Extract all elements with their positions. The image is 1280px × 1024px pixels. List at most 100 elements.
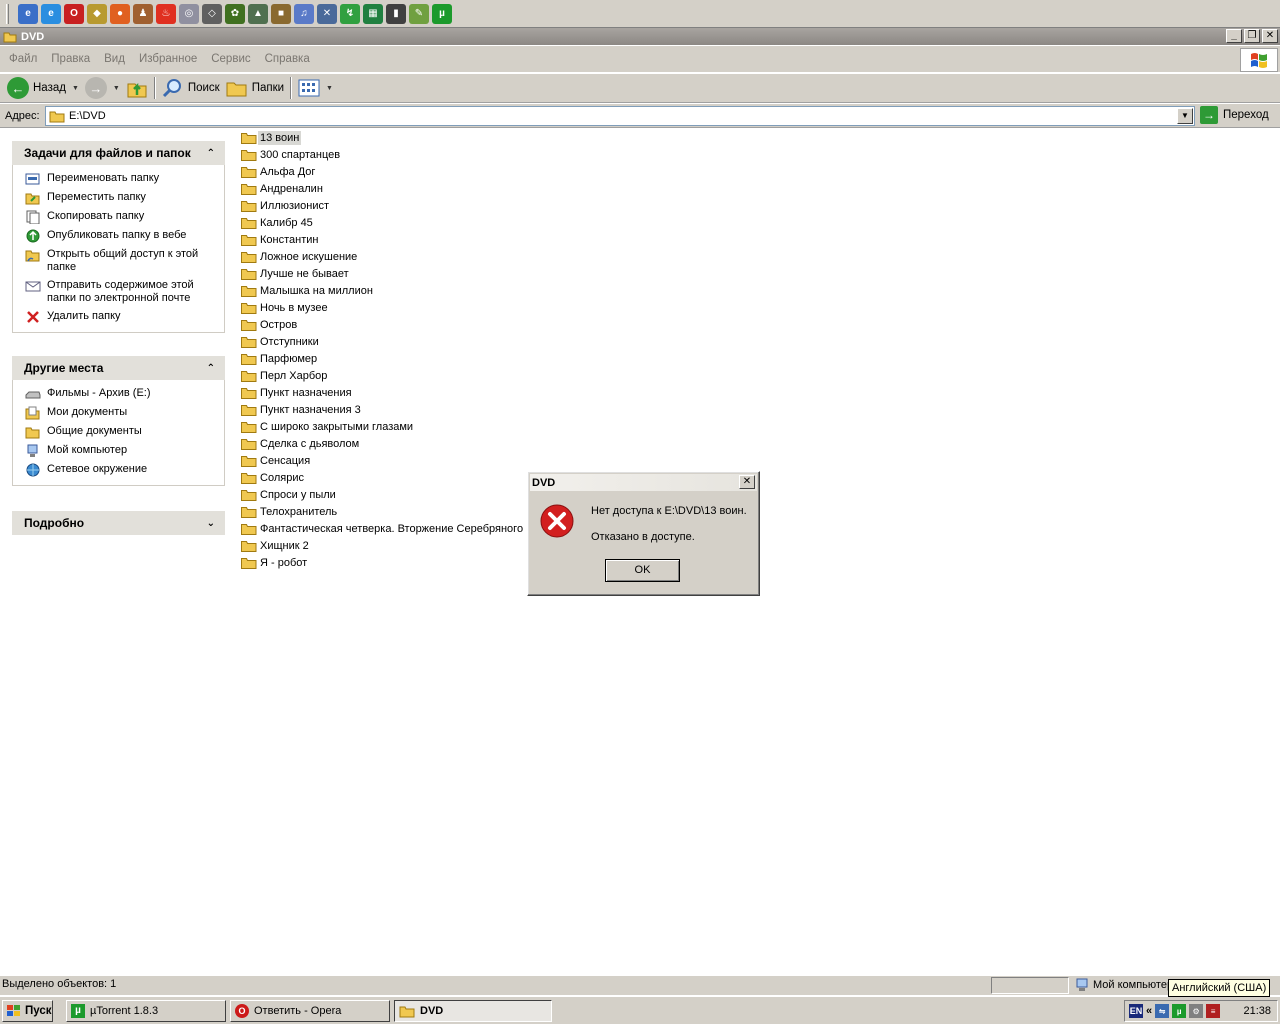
task-move-folder[interactable]: Переместить папку bbox=[25, 191, 224, 205]
folder-item[interactable]: Ночь в музее bbox=[241, 299, 525, 316]
usb-icon[interactable]: ⇋ bbox=[1155, 1004, 1170, 1018]
folders-button[interactable]: Папки bbox=[223, 75, 287, 101]
folder-item[interactable]: Альфа Дог bbox=[241, 163, 525, 180]
folder-item[interactable]: Телохранитель bbox=[241, 503, 525, 520]
menu-favorites[interactable]: Избранное bbox=[132, 53, 204, 65]
menu-edit[interactable]: Правка bbox=[44, 53, 97, 65]
taskbar-dvd[interactable]: DVD bbox=[394, 1000, 552, 1022]
ql-app-icon-10[interactable]: ✿ bbox=[225, 3, 245, 24]
folder-item[interactable]: Парфюмер bbox=[241, 350, 525, 367]
menu-help[interactable]: Справка bbox=[258, 53, 317, 65]
folder-item[interactable]: Иллюзионист bbox=[241, 197, 525, 214]
folder-item[interactable]: Фантастическая четверка. Вторжение Сереб… bbox=[241, 520, 525, 537]
network-tray-icon[interactable]: ⚙ bbox=[1189, 1004, 1204, 1018]
taskbar-utorrent[interactable]: µ µTorrent 1.8.3 bbox=[66, 1000, 226, 1022]
go-button[interactable]: → Переход bbox=[1200, 106, 1269, 124]
other-places-header[interactable]: Другие места ⌃ bbox=[12, 356, 225, 380]
ql-disc-icon[interactable]: ◎ bbox=[179, 3, 199, 24]
ql-app-icon-5[interactable]: ● bbox=[110, 3, 130, 24]
place-my-documents[interactable]: Мои документы bbox=[25, 406, 224, 420]
dialog-title-bar[interactable]: DVD ✕ bbox=[530, 474, 757, 491]
ql-app-icon-17[interactable]: ▮ bbox=[386, 3, 406, 24]
folder-item[interactable]: Спроси у пыли bbox=[241, 486, 525, 503]
taskbar-opera[interactable]: O Ответить - Opera bbox=[230, 1000, 390, 1022]
forward-button[interactable]: → ▼ bbox=[82, 75, 123, 101]
folder-item[interactable]: Перл Харбор bbox=[241, 367, 525, 384]
folder-item[interactable]: Солярис bbox=[241, 469, 525, 486]
language-indicator[interactable]: EN bbox=[1129, 1004, 1143, 1018]
place-my-computer[interactable]: Мой компьютер bbox=[25, 444, 224, 458]
ql-internet-icon[interactable]: e bbox=[41, 3, 61, 24]
folder-item[interactable]: С широко закрытыми глазами bbox=[241, 418, 525, 435]
back-dropdown-icon[interactable]: ▼ bbox=[72, 85, 79, 92]
place-drive-e[interactable]: Фильмы - Архив (E:) bbox=[25, 387, 224, 401]
views-button[interactable]: ▼ bbox=[295, 75, 336, 101]
flag-tray-icon[interactable]: ≡ bbox=[1206, 1004, 1221, 1018]
task-delete-folder[interactable]: Удалить папку bbox=[25, 310, 224, 324]
folder-item[interactable]: Отступники bbox=[241, 333, 525, 350]
ok-button[interactable]: OK bbox=[605, 559, 680, 582]
place-network[interactable]: Сетевое окружение bbox=[25, 463, 224, 477]
ql-app-icon-1[interactable]: e bbox=[18, 3, 38, 24]
dialog-close-button[interactable]: ✕ bbox=[739, 475, 755, 489]
back-button[interactable]: ← Назад ▼ bbox=[4, 75, 82, 101]
ql-app-icon-14[interactable]: ✕ bbox=[317, 3, 337, 24]
folder-item[interactable]: Андреналин bbox=[241, 180, 525, 197]
tray-expand-icon[interactable]: « bbox=[1146, 1005, 1152, 1017]
ql-app-icon-7[interactable]: ♨ bbox=[156, 3, 176, 24]
file-tasks-header[interactable]: Задачи для файлов и папок ⌃ bbox=[12, 141, 225, 165]
folder-item[interactable]: Сенсация bbox=[241, 452, 525, 469]
folder-item[interactable]: Ложное искушение bbox=[241, 248, 525, 265]
task-rename-folder[interactable]: Переименовать папку bbox=[25, 172, 224, 186]
ql-music-icon[interactable]: ♫ bbox=[294, 3, 314, 24]
folder-item[interactable]: Константин bbox=[241, 231, 525, 248]
folder-item[interactable]: Пункт назначения 3 bbox=[241, 401, 525, 418]
other-places-panel: Другие места ⌃ Фильмы - Архив (E:) Мои д… bbox=[12, 356, 225, 486]
collapse-icon[interactable]: ⌃ bbox=[207, 148, 215, 159]
expand-icon[interactable]: ⌄ bbox=[207, 518, 215, 529]
address-dropdown-button[interactable]: ▼ bbox=[1177, 108, 1193, 124]
ql-opera-icon[interactable]: O bbox=[64, 3, 84, 24]
folder-item[interactable]: Пункт назначения bbox=[241, 384, 525, 401]
ql-app-icon-11[interactable]: ▲ bbox=[248, 3, 268, 24]
folder-item[interactable]: Лучше не бывает bbox=[241, 265, 525, 282]
search-button[interactable]: Поиск bbox=[159, 75, 223, 101]
ql-app-icon-9[interactable]: ◇ bbox=[202, 3, 222, 24]
task-publish-folder[interactable]: Опубликовать папку в вебе bbox=[25, 229, 224, 243]
folder-item[interactable]: 300 спартанцев bbox=[241, 146, 525, 163]
ql-app-icon-18[interactable]: ✎ bbox=[409, 3, 429, 24]
menu-tools[interactable]: Сервис bbox=[204, 53, 257, 65]
window-title-bar[interactable]: DVD _ ❐ ✕ bbox=[0, 28, 1280, 45]
folder-item[interactable]: Сделка с дьяволом bbox=[241, 435, 525, 452]
minimize-button[interactable]: _ bbox=[1226, 29, 1242, 43]
folder-item[interactable]: Хищник 2 bbox=[241, 537, 525, 554]
ql-app-icon-12[interactable]: ■ bbox=[271, 3, 291, 24]
task-email-folder[interactable]: Отправить содержимое этой папки по элект… bbox=[25, 279, 224, 305]
close-button[interactable]: ✕ bbox=[1262, 29, 1278, 43]
collapse-icon[interactable]: ⌃ bbox=[207, 363, 215, 374]
start-button[interactable]: Пуск bbox=[2, 1000, 53, 1022]
folder-item[interactable]: 13 воин bbox=[241, 129, 525, 146]
place-shared-documents[interactable]: Общие документы bbox=[25, 425, 224, 439]
address-input[interactable]: E:\DVD ▼ bbox=[45, 106, 1195, 126]
menu-view[interactable]: Вид bbox=[97, 53, 132, 65]
menu-file[interactable]: Файл bbox=[2, 53, 44, 65]
utorrent-tray-icon[interactable]: µ bbox=[1172, 1004, 1187, 1018]
ql-utorrent-icon[interactable]: µ bbox=[432, 3, 452, 24]
folder-item[interactable]: Я - робот bbox=[241, 554, 525, 571]
clock[interactable]: 21:38 bbox=[1243, 1005, 1271, 1017]
ql-app-icon-6[interactable]: ♟ bbox=[133, 3, 153, 24]
restore-button[interactable]: ❐ bbox=[1244, 29, 1260, 43]
forward-dropdown-icon[interactable]: ▼ bbox=[113, 85, 120, 92]
up-button[interactable] bbox=[123, 75, 151, 101]
folder-item[interactable]: Остров bbox=[241, 316, 525, 333]
task-share-folder[interactable]: Открыть общий доступ к этой папке bbox=[25, 248, 224, 274]
task-copy-folder[interactable]: Скопировать папку bbox=[25, 210, 224, 224]
folder-item[interactable]: Малышка на миллион bbox=[241, 282, 525, 299]
details-header[interactable]: Подробно ⌄ bbox=[12, 511, 225, 535]
toolbar-grip[interactable] bbox=[6, 3, 9, 24]
folder-item[interactable]: Калибр 45 bbox=[241, 214, 525, 231]
ql-app-icon-4[interactable]: ◆ bbox=[87, 3, 107, 24]
ql-app-icon-15[interactable]: ↯ bbox=[340, 3, 360, 24]
ql-app-icon-16[interactable]: ▦ bbox=[363, 3, 383, 24]
